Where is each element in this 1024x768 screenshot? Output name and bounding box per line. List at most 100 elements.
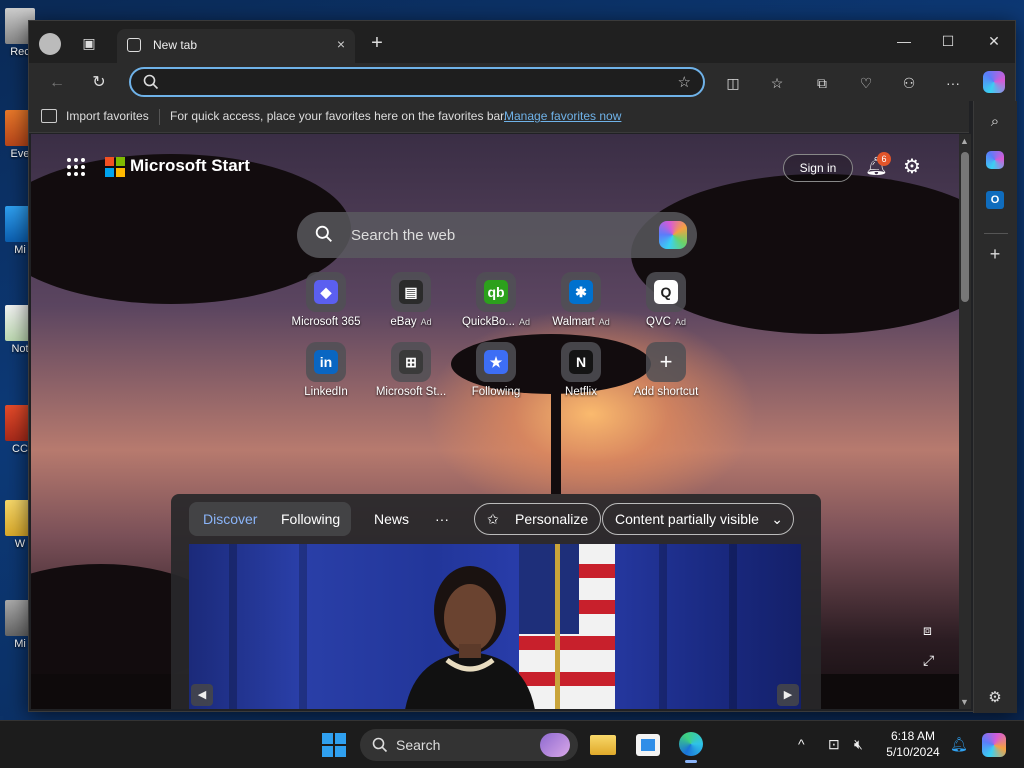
- feed-more-icon[interactable]: ···: [435, 511, 449, 527]
- curtain-fold: [659, 544, 667, 709]
- taskbar-search-box[interactable]: Search: [360, 729, 578, 761]
- more-options-icon[interactable]: ···: [941, 71, 965, 95]
- close-window-button[interactable]: ✕: [979, 29, 1009, 53]
- manage-favorites-link[interactable]: Manage favorites now: [504, 109, 621, 123]
- add-favorite-star-icon[interactable]: ☆: [678, 73, 691, 91]
- shortcut-qvc[interactable]: Q QVC Ad: [623, 272, 709, 328]
- page-settings-icon[interactable]: ⚙: [903, 154, 921, 179]
- start-button[interactable]: [322, 733, 346, 757]
- shortcut-linkedin[interactable]: in LinkedIn: [283, 342, 369, 398]
- import-favorites-button[interactable]: Import favorites: [66, 109, 149, 123]
- outlook-icon[interactable]: O: [986, 191, 1004, 209]
- copilot-sidebar-icon[interactable]: [986, 151, 1004, 169]
- file-explorer-icon[interactable]: [586, 727, 622, 763]
- collections-icon[interactable]: ⧉: [810, 71, 834, 95]
- shortcut-quickbooks[interactable]: qb QuickBo... Ad: [453, 272, 539, 328]
- shortcut-label-text: Microsoft 365: [291, 316, 361, 328]
- walmart-icon: ✱: [569, 280, 593, 304]
- personalize-button[interactable]: ✩ Personalize: [474, 503, 602, 535]
- tab-news[interactable]: News: [374, 511, 409, 527]
- minimize-button[interactable]: —: [889, 29, 919, 53]
- previous-story-arrow-icon[interactable]: ◀: [191, 684, 213, 706]
- taskbar: Search ^ ⊡ 🔇︎ 6:18 AM 5/10/2024 🔔︎: [0, 720, 1024, 768]
- web-search-input[interactable]: [351, 225, 631, 245]
- chevron-down-icon: ⌄: [771, 511, 783, 527]
- tab-discover[interactable]: Discover: [203, 511, 257, 527]
- shortcut-label: LinkedIn: [283, 386, 369, 398]
- divider: [984, 233, 1008, 234]
- curtain-fold: [729, 544, 737, 709]
- new-tab-button[interactable]: +: [367, 33, 387, 53]
- profile-avatar[interactable]: [39, 33, 61, 55]
- qvc-icon: Q: [654, 280, 678, 304]
- change-background-icon[interactable]: ⧈: [923, 622, 932, 639]
- shortcut-netflix[interactable]: N Netflix: [538, 342, 624, 398]
- shortcut-label: Microsoft St...: [368, 386, 454, 398]
- tab-new-tab[interactable]: New tab ×: [117, 29, 355, 63]
- refresh-button[interactable]: ↻: [87, 71, 111, 95]
- personalize-label: Personalize: [515, 511, 589, 527]
- following-icon: ★: [484, 350, 508, 374]
- tab-actions-icon[interactable]: ▣: [79, 33, 99, 53]
- title-bar: ▣ New tab × + — ☐ ✕: [29, 21, 1015, 63]
- shortcut-label-text: Following: [471, 386, 521, 398]
- favorites-icon[interactable]: ☆: [765, 71, 789, 95]
- browser-window: ▣ New tab × + — ☐ ✕ ← ↻ ☆ ◫ ☆ ⧉ ♡ ⚇ ···: [28, 20, 1017, 713]
- browser-essentials-icon[interactable]: ♡: [854, 71, 878, 95]
- news-hero-image[interactable]: ◀ ▶: [189, 544, 801, 709]
- shortcut-tile: ⊞: [391, 342, 431, 382]
- quickbooks-icon: qb: [484, 280, 508, 304]
- new-tab-page: Microsoft Start Sign in 🔔︎ 6 ⚙ ◆ Microsof…: [31, 134, 959, 709]
- content-visibility-dropdown[interactable]: Content partially visible ⌄: [602, 503, 794, 535]
- microsoft-store-icon[interactable]: [630, 727, 666, 763]
- shortcut-ebay[interactable]: ▤ eBay Ad: [368, 272, 454, 328]
- system-clock[interactable]: 6:18 AM 5/10/2024: [880, 728, 946, 760]
- tab-close-icon[interactable]: ×: [337, 36, 345, 52]
- shortcut-label: Netflix: [538, 386, 624, 398]
- scroll-up-arrow-icon[interactable]: ▲: [960, 136, 969, 146]
- sidebar-settings-icon[interactable]: ⚙: [984, 687, 1006, 709]
- sign-in-button[interactable]: Sign in: [783, 154, 853, 182]
- clock-time: 6:18 AM: [890, 729, 936, 743]
- address-bar[interactable]: ☆: [129, 67, 705, 97]
- add-sidebar-app-icon[interactable]: +: [984, 243, 1006, 265]
- shortcut-walmart[interactable]: ✱ Walmart Ad: [538, 272, 624, 328]
- next-story-arrow-icon[interactable]: ▶: [777, 684, 799, 706]
- shortcut-plus[interactable]: + Add shortcut: [623, 342, 709, 398]
- edge-taskbar-icon[interactable]: [673, 727, 709, 763]
- tab-following[interactable]: Following: [281, 511, 340, 527]
- split-screen-icon[interactable]: ◫: [721, 71, 745, 95]
- copilot-icon[interactable]: [983, 71, 1005, 93]
- app-launcher-icon[interactable]: [67, 158, 85, 176]
- back-button[interactable]: ←: [45, 71, 69, 95]
- network-icon[interactable]: ⊡: [828, 736, 840, 753]
- shortcut-tile: ★: [476, 342, 516, 382]
- ebay-icon: ▤: [399, 280, 423, 304]
- import-favorites-icon: [41, 109, 57, 123]
- expand-background-icon[interactable]: ⤢: [923, 652, 934, 669]
- scroll-down-arrow-icon[interactable]: ▼: [960, 697, 969, 707]
- shortcut-tile: in: [306, 342, 346, 382]
- extensions-icon[interactable]: ⚇: [897, 71, 921, 95]
- brand-title[interactable]: Microsoft Start: [130, 156, 250, 176]
- notification-bell-icon[interactable]: 🔔︎: [950, 736, 968, 753]
- shortcut-microsoft-365[interactable]: ◆ Microsoft 365: [283, 272, 369, 328]
- shortcut-microsoft-store[interactable]: ⊞ Microsoft St...: [368, 342, 454, 398]
- shortcut-label: Walmart Ad: [538, 316, 624, 328]
- sidebar-search-icon[interactable]: ⌕: [984, 111, 1006, 133]
- web-search-box[interactable]: [297, 212, 697, 258]
- plus-icon: +: [659, 349, 673, 374]
- new-tab-favicon-icon: [127, 38, 141, 52]
- show-hidden-icons-chevron-icon[interactable]: ^: [798, 736, 805, 752]
- shortcut-following[interactable]: ★ Following: [453, 342, 539, 398]
- copilot-icon[interactable]: [659, 221, 687, 249]
- scrollbar-thumb[interactable]: [961, 152, 969, 302]
- speaker-portrait-image: [405, 566, 535, 709]
- volume-muted-icon[interactable]: 🔇︎: [854, 736, 863, 753]
- page-scrollbar[interactable]: ▲ ▼: [959, 134, 971, 709]
- shortcut-label-text: QVC: [646, 316, 671, 328]
- copilot-taskbar-icon[interactable]: [982, 733, 1006, 757]
- shortcut-label-text: eBay: [390, 316, 417, 328]
- address-input[interactable]: [165, 73, 645, 91]
- maximize-button[interactable]: ☐: [933, 29, 963, 53]
